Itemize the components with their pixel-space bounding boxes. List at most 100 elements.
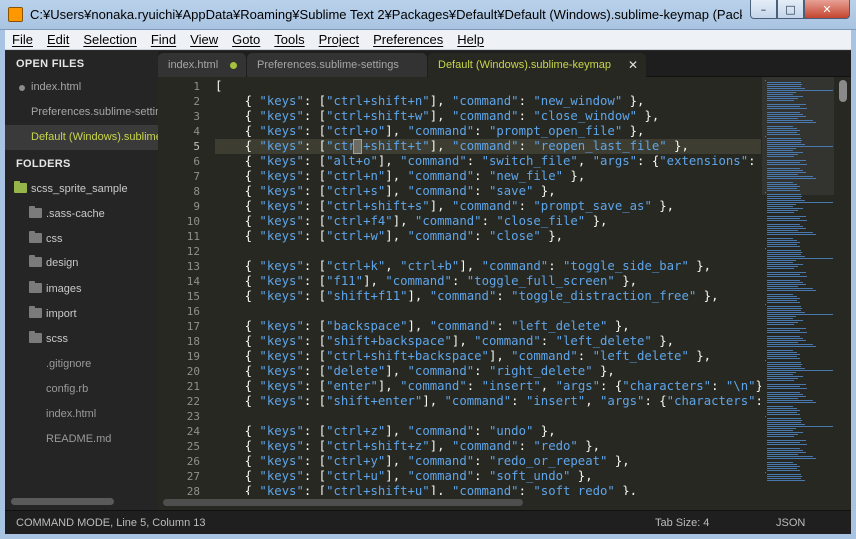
code-line[interactable]: { "keys": ["shift+backspace"], "command"… xyxy=(215,334,674,349)
tree-folder[interactable]: images xyxy=(29,277,81,302)
menu-preferences[interactable]: Preferences xyxy=(366,32,450,47)
code-line[interactable]: { "keys": ["ctrl+f4"], "command": "close… xyxy=(215,214,608,229)
open-file-item[interactable]: Preferences.sublime-settings xyxy=(5,100,158,125)
tree-label: scss_sprite_sample xyxy=(31,183,128,195)
minimap-line xyxy=(767,118,799,119)
menu-tools[interactable]: Tools xyxy=(267,32,311,47)
unsaved-dot-icon[interactable] xyxy=(230,62,237,69)
minimap-line xyxy=(767,370,834,371)
horizontal-scrollbar[interactable] xyxy=(158,495,851,510)
menu-find[interactable]: Find xyxy=(144,32,183,47)
code-line[interactable]: { "keys": ["backspace"], "command": "lef… xyxy=(215,319,630,334)
close-window-button[interactable]: ✕ xyxy=(804,0,850,19)
line-number: 3 xyxy=(193,110,200,123)
tree-folder[interactable]: design xyxy=(29,251,78,276)
code-line[interactable]: { "keys": ["ctrl+s"], "command": "save" … xyxy=(215,184,556,199)
minimap-line xyxy=(767,240,798,241)
minimap[interactable] xyxy=(762,77,834,495)
code-line[interactable]: { "keys": ["ctrl+u"], "command": "soft_u… xyxy=(215,469,593,484)
folder-icon xyxy=(29,306,42,318)
minimap-line xyxy=(767,288,813,289)
code-line[interactable]: { "keys": ["ctrl+shift+t"], "command": "… xyxy=(215,139,761,154)
tree-folder[interactable]: .sass-cache xyxy=(29,202,105,227)
code-line[interactable]: { "keys": ["ctrl+w"], "command": "close"… xyxy=(215,229,563,244)
minimap-line xyxy=(767,196,803,197)
minimap-line xyxy=(767,396,807,397)
horizontal-scroll-thumb[interactable] xyxy=(163,499,523,506)
minimap-line xyxy=(767,468,797,469)
code-line[interactable]: { "keys": ["f11"], "command": "toggle_fu… xyxy=(215,274,637,289)
code-line[interactable]: { "keys": ["ctrl+shift+s"], "command": "… xyxy=(215,199,674,214)
minimap-line xyxy=(767,234,817,235)
minimap-line xyxy=(767,448,800,449)
menu-view[interactable]: View xyxy=(183,32,225,47)
code-line[interactable]: { "keys": ["ctrl+y"], "command": "redo_o… xyxy=(215,454,630,469)
minimap-line xyxy=(767,302,801,303)
code-line[interactable]: { "keys": ["ctrl+k", "ctrl+b"], "command… xyxy=(215,259,711,274)
sublime-app-icon[interactable] xyxy=(8,7,23,22)
code-line[interactable]: { "keys": ["ctrl+shift+z"], "command": "… xyxy=(215,439,600,454)
code-line[interactable]: { "keys": ["ctrl+shift+u"], "command": "… xyxy=(215,484,637,495)
tree-file[interactable]: config.rb xyxy=(46,377,88,402)
vertical-scrollbar[interactable] xyxy=(835,77,851,495)
minimap-line xyxy=(767,84,803,85)
minimap-line xyxy=(767,308,803,309)
minimap-line xyxy=(767,160,807,161)
code-line[interactable]: { "keys": ["delete"], "command": "right_… xyxy=(215,364,615,379)
menu-project[interactable]: Project xyxy=(312,32,366,47)
code-line[interactable]: { "keys": ["shift+enter"], "command": "i… xyxy=(215,394,761,409)
code-line[interactable]: { "keys": ["ctrl+shift+w"], "command": "… xyxy=(215,109,660,124)
tab-label: index.html xyxy=(168,59,219,71)
maximize-button[interactable]: □ xyxy=(777,0,804,19)
tab-label: Preferences.sublime-settings xyxy=(257,59,399,71)
code-line[interactable]: { "keys": ["ctrl+shift+n"], "command": "… xyxy=(215,94,645,109)
status-tab-size[interactable]: Tab Size: 4 xyxy=(655,517,709,529)
minimap-line xyxy=(767,162,801,163)
tree-file[interactable]: .gitignore xyxy=(46,352,91,377)
code-line[interactable]: { "keys": ["enter"], "command": "insert"… xyxy=(215,379,761,394)
open-file-item-active[interactable]: Default (Windows).sublime-keymap xyxy=(5,125,158,150)
vertical-scroll-thumb[interactable] xyxy=(839,80,847,102)
code-line[interactable]: { "keys": ["ctrl+o"], "command": "prompt… xyxy=(215,124,645,139)
menu-selection[interactable]: Selection xyxy=(76,32,143,47)
tree-file[interactable]: index.html xyxy=(46,402,96,427)
status-syntax[interactable]: JSON xyxy=(776,517,805,529)
tree-file[interactable]: README.md xyxy=(46,427,111,452)
minimap-line xyxy=(767,474,801,475)
minimap-line xyxy=(767,300,797,301)
tab-preferences-settings[interactable]: Preferences.sublime-settings xyxy=(247,53,427,77)
minimap-line xyxy=(767,296,798,297)
code-line[interactable]: [ xyxy=(215,79,222,94)
code-line[interactable]: { "keys": ["shift+f11"], "command": "tog… xyxy=(215,289,719,304)
code-area[interactable]: [ { "keys": ["ctrl+shift+n"], "command":… xyxy=(215,77,761,495)
menu-bar: File Edit Selection Find View Goto Tools… xyxy=(5,30,851,50)
window-title: C:¥Users¥nonaka.ryuichi¥AppData¥Roaming¥… xyxy=(30,7,742,22)
code-line[interactable]: { "keys": ["ctrl+shift+backspace"], "com… xyxy=(215,349,711,364)
open-file-item[interactable]: index.html xyxy=(5,75,158,100)
title-bar: C:¥Users¥nonaka.ryuichi¥AppData¥Roaming¥… xyxy=(0,0,856,30)
tab-default-keymap[interactable]: Default (Windows).sublime-keymap ✕ xyxy=(428,53,646,77)
menu-file[interactable]: File xyxy=(5,32,40,47)
tree-folder[interactable]: scss xyxy=(29,327,68,352)
tree-folder[interactable]: import xyxy=(29,302,77,327)
tab-close-icon[interactable]: ✕ xyxy=(628,53,638,77)
code-line[interactable]: { "keys": ["alt+o"], "command": "switch_… xyxy=(215,154,761,169)
tree-folder-root[interactable]: scss_sprite_sample xyxy=(14,177,128,202)
code-line[interactable]: { "keys": ["ctrl+n"], "command": "new_fi… xyxy=(215,169,586,184)
minimap-line xyxy=(767,96,804,97)
sidebar-horizontal-scrollbar[interactable] xyxy=(11,498,114,505)
minimap-line xyxy=(767,130,800,131)
menu-edit[interactable]: Edit xyxy=(40,32,76,47)
folder-open-icon xyxy=(14,181,27,193)
code-editor[interactable]: 1 2 3 4 5 6 7 8 9 10 11 12 13 14 15 16 17 18 19 20 21 22 23 24 2… xyxy=(158,77,851,495)
minimap-line xyxy=(767,216,807,217)
minimize-button[interactable]: – xyxy=(750,0,777,19)
tab-index-html[interactable]: index.html xyxy=(158,53,246,77)
line-number: 9 xyxy=(193,200,200,213)
menu-help[interactable]: Help xyxy=(450,32,491,47)
tree-folder[interactable]: css xyxy=(29,227,63,252)
minimap-line xyxy=(767,414,801,415)
code-line[interactable]: { "keys": ["ctrl+z"], "command": "undo" … xyxy=(215,424,556,439)
menu-goto[interactable]: Goto xyxy=(225,32,267,47)
line-number: 20 xyxy=(186,365,200,378)
